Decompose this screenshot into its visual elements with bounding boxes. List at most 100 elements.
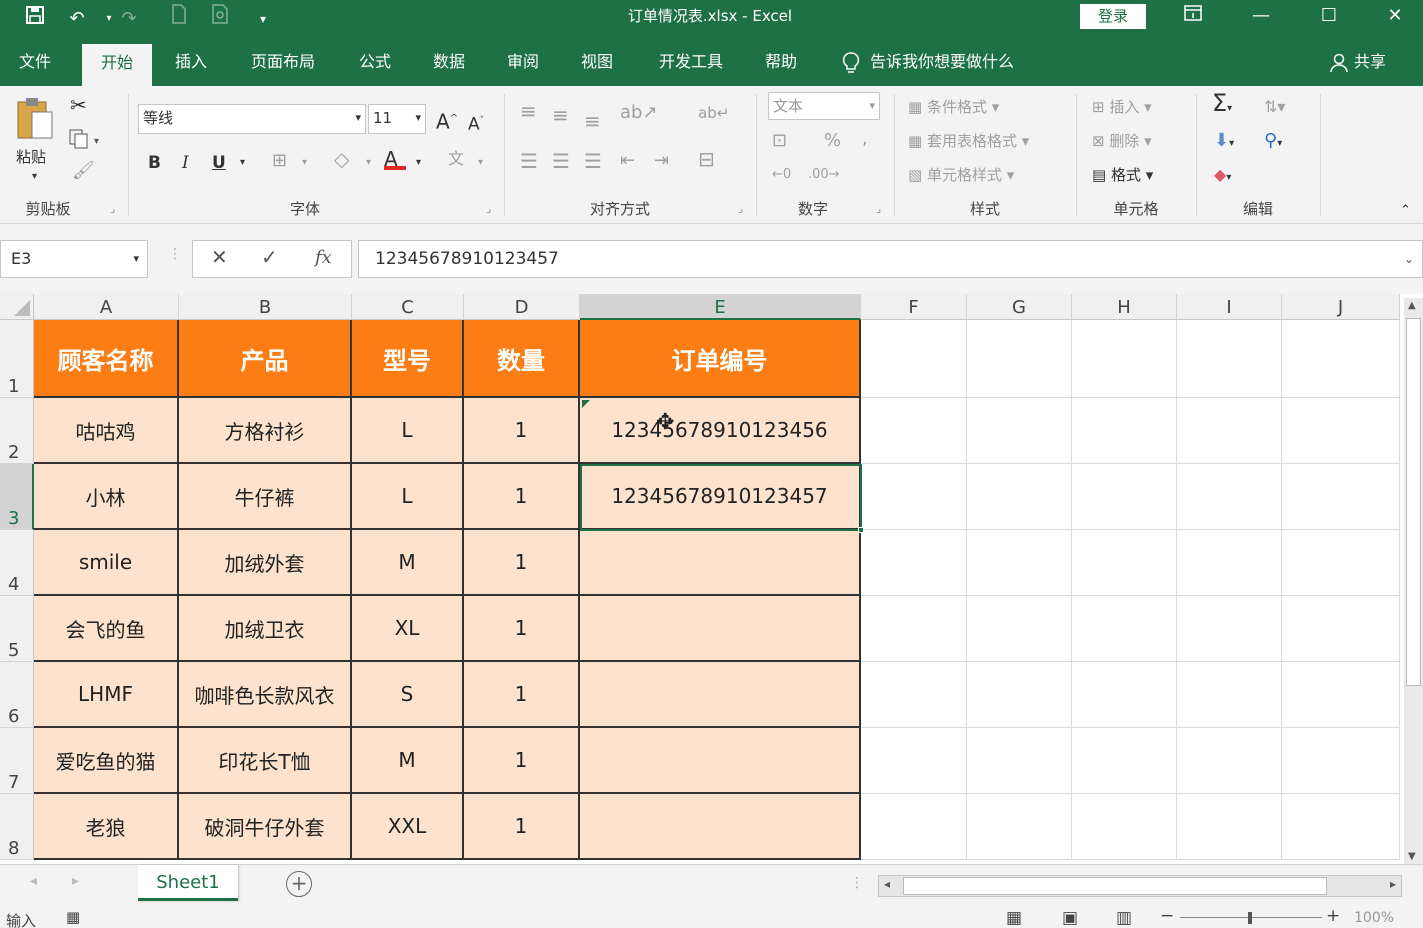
cell-a5[interactable]: 会飞的鱼 (34, 596, 179, 662)
phonetic-dropdown-icon[interactable]: ▾ (478, 152, 483, 174)
share-button[interactable]: 共享 (1330, 38, 1386, 86)
cell-e4[interactable] (580, 530, 861, 596)
customize-toolbar-icon[interactable]: ▾ (248, 4, 278, 34)
row-header-2[interactable]: 2 (0, 398, 34, 464)
cell-j8[interactable] (1282, 794, 1400, 860)
cell-c6[interactable]: S (352, 662, 464, 728)
increase-font-icon[interactable]: A^ (436, 108, 458, 133)
tab-view[interactable]: 视图 (572, 38, 622, 86)
cell-g8[interactable] (967, 794, 1072, 860)
paste-button[interactable] (14, 96, 56, 150)
cell-d4[interactable]: 1 (464, 530, 580, 596)
vertical-scroll-thumb[interactable] (1406, 318, 1421, 686)
column-header-i[interactable]: I (1177, 294, 1282, 320)
page-break-view-icon[interactable]: ▥ (1116, 908, 1132, 928)
cell-h6[interactable] (1072, 662, 1177, 728)
orientation-icon[interactable]: ab↗ (620, 102, 658, 124)
cell-f5[interactable] (861, 596, 967, 662)
align-bottom-icon[interactable]: ≡ (584, 110, 601, 132)
new-file-icon[interactable] (164, 4, 194, 34)
cell-j6[interactable] (1282, 662, 1400, 728)
cell-i1[interactable] (1177, 320, 1282, 398)
cell-g3[interactable] (967, 464, 1072, 530)
tab-review[interactable]: 审阅 (498, 38, 548, 86)
cell-j1[interactable] (1282, 320, 1400, 398)
formula-input[interactable]: 12345678910123457 ⌄ (358, 240, 1423, 278)
format-as-table-button[interactable]: ▦ 套用表格格式 ▾ (908, 130, 1029, 152)
row-header-4[interactable]: 4 (0, 530, 34, 596)
decrease-font-icon[interactable]: Aˇ (468, 110, 484, 136)
expand-formula-icon[interactable]: ⌄ (1404, 241, 1414, 277)
row-header-3[interactable]: 3 (0, 464, 34, 530)
minimize-icon[interactable]: — (1238, 0, 1284, 32)
name-box[interactable]: E3 ▾ (0, 240, 148, 278)
cell-h4[interactable] (1072, 530, 1177, 596)
tab-page-layout[interactable]: 页面布局 (240, 38, 326, 86)
cell-c4[interactable]: M (352, 530, 464, 596)
cell-f1[interactable] (861, 320, 967, 398)
cell-g7[interactable] (967, 728, 1072, 794)
cell-h1[interactable] (1072, 320, 1177, 398)
redo-icon[interactable]: ↷ (114, 4, 144, 34)
conditional-format-button[interactable]: ▦ 条件格式 ▾ (908, 96, 999, 118)
scroll-left-icon[interactable]: ◂ (884, 877, 890, 891)
tab-data[interactable]: 数据 (424, 38, 474, 86)
cell-b8[interactable]: 破洞牛仔外套 (179, 794, 352, 860)
insert-cells-button[interactable]: ⊞ 插入 ▾ (1092, 96, 1152, 118)
cell-b6[interactable]: 咖啡色长款风衣 (179, 662, 352, 728)
undo-icon[interactable]: ↶ (62, 4, 92, 34)
cell-g6[interactable] (967, 662, 1072, 728)
cell-i7[interactable] (1177, 728, 1282, 794)
horizontal-scroll-thumb[interactable] (903, 877, 1327, 895)
cell-j5[interactable] (1282, 596, 1400, 662)
cell-f8[interactable] (861, 794, 967, 860)
scroll-up-icon[interactable]: ▲ (1408, 300, 1416, 311)
row-header-7[interactable]: 7 (0, 728, 34, 794)
cell-e5[interactable] (580, 596, 861, 662)
column-header-h[interactable]: H (1072, 294, 1177, 320)
tab-split-handle-icon[interactable]: ⋮ (850, 875, 864, 891)
cell-d6[interactable]: 1 (464, 662, 580, 728)
wrap-text-icon[interactable]: ab↵ (698, 102, 729, 124)
italic-button[interactable]: I (182, 152, 189, 174)
cell-j3[interactable] (1282, 464, 1400, 530)
tab-formulas[interactable]: 公式 (350, 38, 400, 86)
cell-d8[interactable]: 1 (464, 794, 580, 860)
align-left-icon[interactable]: ☰ (520, 150, 538, 172)
drag-handle-icon[interactable]: ⋮ (168, 246, 182, 262)
font-name-dropdown[interactable]: 等线 ▾ (138, 104, 366, 134)
cell-d3[interactable]: 1 (464, 464, 580, 530)
font-color-icon[interactable]: A (384, 148, 406, 170)
cell-a3[interactable]: 小林 (34, 464, 179, 530)
cell-g1[interactable] (967, 320, 1072, 398)
insert-function-icon[interactable]: fx (315, 247, 332, 268)
cell-e1[interactable]: 订单编号 (580, 320, 861, 398)
page-layout-view-icon[interactable]: ▣ (1062, 908, 1078, 928)
cut-icon[interactable]: ✂ (70, 94, 87, 116)
zoom-out-icon[interactable]: − (1160, 906, 1174, 926)
cell-h2[interactable] (1072, 398, 1177, 464)
cancel-icon[interactable]: ✕ (211, 245, 228, 269)
cell-i6[interactable] (1177, 662, 1282, 728)
cell-c1[interactable]: 型号 (352, 320, 464, 398)
cell-f6[interactable] (861, 662, 967, 728)
cell-a2[interactable]: 咕咕鸡 (34, 398, 179, 464)
cell-h7[interactable] (1072, 728, 1177, 794)
normal-view-icon[interactable]: ▦ (1006, 908, 1022, 928)
align-right-icon[interactable]: ☰ (584, 150, 602, 172)
cell-e6[interactable] (580, 662, 861, 728)
cell-b7[interactable]: 印花长T恤 (179, 728, 352, 794)
cell-a6[interactable]: LHMF (34, 662, 179, 728)
cell-d5[interactable]: 1 (464, 596, 580, 662)
scroll-down-icon[interactable]: ▼ (1408, 851, 1416, 862)
column-header-b[interactable]: B (179, 294, 352, 320)
column-header-a[interactable]: A (34, 294, 179, 320)
cell-j4[interactable] (1282, 530, 1400, 596)
cell-a4[interactable]: smile (34, 530, 179, 596)
underline-dropdown-icon[interactable]: ▾ (240, 152, 245, 174)
cell-b1[interactable]: 产品 (179, 320, 352, 398)
cell-a7[interactable]: 爱吃鱼的猫 (34, 728, 179, 794)
row-header-5[interactable]: 5 (0, 596, 34, 662)
increase-decimal-icon[interactable]: ←0 (772, 164, 791, 186)
cell-i5[interactable] (1177, 596, 1282, 662)
